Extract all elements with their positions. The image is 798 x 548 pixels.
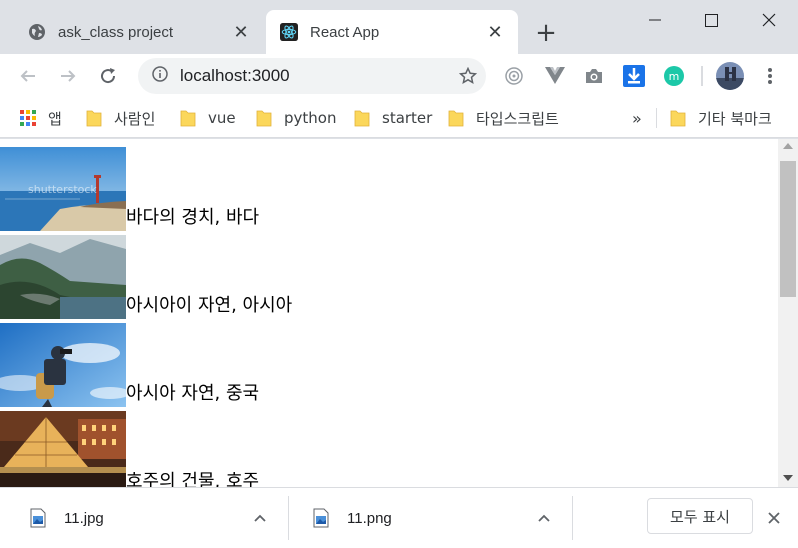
extension-target-icon[interactable]: [502, 64, 526, 88]
list-item: 아시아이 자연, 아시아: [0, 231, 778, 319]
show-all-downloads-button[interactable]: 모두 표시: [647, 498, 753, 534]
bookmark-folder-python[interactable]: python: [256, 106, 336, 130]
download-extension-icon[interactable]: [622, 64, 646, 88]
bookmark-label: vue: [208, 109, 236, 127]
camera-icon[interactable]: [582, 64, 606, 88]
watermark-text: shutterstock: [28, 183, 97, 196]
chevron-up-icon[interactable]: [534, 508, 554, 528]
bookmark-folder-typescript[interactable]: 타입스크립트: [448, 106, 559, 130]
image-file-icon: [313, 508, 329, 528]
m-extension-icon[interactable]: m: [662, 64, 686, 88]
asia-coast-image: [0, 235, 126, 319]
sea-landscape-image: shutterstock: [0, 147, 126, 231]
folder-icon: [354, 110, 370, 127]
download-shelf: 11.jpg 11.png 모두 표시: [0, 487, 798, 548]
download-item-png[interactable]: 11.png: [313, 496, 557, 540]
back-button[interactable]: [14, 62, 42, 90]
bookmark-star-icon[interactable]: [450, 67, 486, 85]
bookmark-label: 타입스크립트: [476, 109, 559, 128]
image-caption: 아시아이 자연, 아시아: [126, 295, 293, 316]
download-item-jpg[interactable]: 11.jpg: [30, 496, 274, 540]
bookmark-apps[interactable]: 앱: [20, 106, 62, 130]
folder-icon: [670, 110, 686, 127]
tab-title: React App: [310, 23, 380, 41]
download-filename: 11.jpg: [64, 509, 104, 527]
list-item: 아시아 자연, 중국: [0, 319, 778, 407]
page-viewport: shutterstock 바다의 경치, 바다 아시아이 자연, 아시아 아시아…: [0, 139, 778, 487]
tab-title: ask_class project: [58, 23, 174, 41]
download-divider: [572, 496, 573, 540]
bookmark-folder-vue[interactable]: vue: [180, 106, 236, 130]
address-bar[interactable]: localhost:3000: [138, 58, 486, 94]
tab-ask-class-project[interactable]: ask_class project ✕: [14, 10, 264, 54]
new-tab-button[interactable]: +: [532, 20, 560, 48]
toolbar-divider: [701, 66, 703, 86]
bookmarks-divider: [656, 108, 657, 128]
menu-kebab-icon[interactable]: [758, 64, 782, 88]
close-shelf-icon[interactable]: [762, 506, 786, 530]
bookmark-label: python: [284, 109, 337, 127]
folder-icon: [86, 110, 102, 127]
svg-text:m: m: [669, 70, 680, 83]
folder-icon: [448, 110, 464, 127]
toolbar: localhost:3000 m: [0, 54, 798, 98]
bookmarks-bar: 앱 사람인 vue python starter 타입스크립트 » 기타 북마크: [0, 98, 798, 138]
react-logo-icon: [280, 23, 298, 41]
scrollbar-thumb[interactable]: [780, 161, 796, 297]
louvre-night-image: [0, 411, 126, 487]
bookmark-label: starter: [382, 109, 433, 127]
close-tab-icon[interactable]: ✕: [232, 23, 250, 41]
url-text: localhost:3000: [180, 66, 290, 85]
bookmarks-overflow-button[interactable]: »: [632, 106, 642, 130]
image-caption: 아시아 자연, 중국: [126, 383, 260, 404]
globe-icon: [28, 23, 46, 41]
download-divider: [288, 496, 289, 540]
forward-button[interactable]: [54, 62, 82, 90]
bookmark-folder-saramin[interactable]: 사람인: [86, 106, 155, 130]
folder-icon: [256, 110, 272, 127]
minimize-button[interactable]: [626, 0, 684, 40]
reload-button[interactable]: [94, 62, 122, 90]
tab-react-app[interactable]: React App ✕: [266, 10, 518, 54]
bookmark-folder-starter[interactable]: starter: [354, 106, 432, 130]
bookmark-label: 기타 북마크: [698, 109, 772, 128]
close-tab-icon[interactable]: ✕: [486, 23, 504, 41]
vertical-scrollbar[interactable]: [778, 139, 798, 487]
list-item: 호주의 건물, 호주: [0, 407, 778, 487]
bookmark-label: 사람인: [114, 109, 156, 128]
vue-devtools-icon[interactable]: [543, 64, 567, 88]
download-filename: 11.png: [347, 509, 392, 527]
apps-grid-icon: [20, 110, 36, 126]
maximize-button[interactable]: [682, 0, 740, 40]
bookmark-label: 앱: [48, 109, 62, 128]
scroll-down-arrow-icon[interactable]: [783, 475, 793, 481]
profile-avatar[interactable]: [716, 62, 744, 90]
image-file-icon: [30, 508, 46, 528]
image-caption: 바다의 경치, 바다: [126, 207, 260, 228]
scroll-up-arrow-icon[interactable]: [783, 143, 793, 149]
image-caption: 호주의 건물, 호주: [126, 471, 260, 487]
traveler-sky-image: [0, 323, 126, 407]
info-icon[interactable]: [152, 66, 168, 86]
folder-icon: [180, 110, 196, 127]
tab-strip: ask_class project ✕ React App ✕ +: [0, 0, 798, 54]
list-item: shutterstock 바다의 경치, 바다: [0, 139, 778, 231]
bookmark-folder-other[interactable]: 기타 북마크: [670, 106, 772, 130]
chevron-up-icon[interactable]: [250, 508, 270, 528]
close-window-button[interactable]: [740, 0, 798, 40]
